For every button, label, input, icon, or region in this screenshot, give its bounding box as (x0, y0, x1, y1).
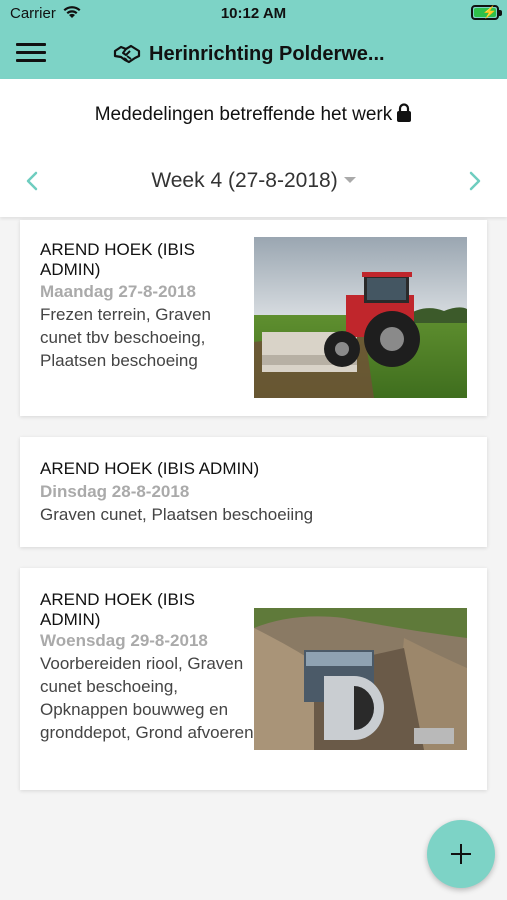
chevron-right-icon[interactable] (463, 167, 487, 195)
notice-text: Mededelingen betreffende het werk (94, 104, 393, 125)
entry-description: Frezen terrein, Graven cunet tbv beschoe… (40, 305, 212, 370)
app-header: Carrier 10:12 AM ⚡ Herinrichting Polderw… (0, 0, 507, 79)
week-label: Week 4 (27-8-2018) (151, 169, 338, 192)
entry-date: Maandag 27-8-2018 (40, 282, 196, 301)
status-bar: Carrier 10:12 AM ⚡ (0, 0, 507, 28)
entry-description: Voorbereiden riool, Graven cunet beschoe… (40, 654, 254, 742)
caret-down-icon (343, 177, 356, 183)
entry-author: AREND HOEK (IBIS ADMIN) (40, 590, 195, 629)
entry-date: Dinsdag 28-8-2018 (40, 482, 190, 501)
week-header: Mededelingen betreffende het werk Week 4… (0, 79, 507, 217)
notice-row[interactable]: Mededelingen betreffende het werk (0, 103, 507, 128)
entry-description: Graven cunet, Plaatsen beschoeiing (40, 505, 314, 524)
status-time: 10:12 AM (220, 5, 287, 22)
add-entry-button[interactable] (427, 820, 495, 888)
page-title: Herinrichting Polderwe... (113, 40, 403, 68)
week-dropdown[interactable]: Week 4 (27-8-2018) (0, 169, 507, 193)
page-title-text: Herinrichting Polderwe... (149, 42, 385, 65)
list-item[interactable]: AREND HOEK (IBIS ADMIN) Maandag 27-8-201… (20, 220, 487, 416)
entry-date: Woensdag 29-8-2018 (40, 631, 208, 650)
tractor-in-field-photo[interactable] (254, 237, 467, 398)
battery-charging-icon: ⚡ (471, 5, 502, 20)
nav-bar: Herinrichting Polderwe... (0, 28, 507, 79)
entry-author: AREND HOEK (IBIS ADMIN) (40, 240, 195, 279)
entry-author: AREND HOEK (IBIS ADMIN) (40, 459, 260, 478)
list-item[interactable]: AREND HOEK (IBIS ADMIN) Dinsdag 28-8-201… (20, 437, 487, 547)
lock-icon (396, 103, 412, 128)
handshake-icon (113, 44, 141, 64)
list-item[interactable]: AREND HOEK (IBIS ADMIN) Woensdag 29-8-20… (20, 568, 487, 790)
sewer-pipe-trench-photo[interactable] (254, 608, 467, 750)
week-selector-row: Week 4 (27-8-2018) (0, 167, 507, 195)
hamburger-menu-icon[interactable] (16, 43, 46, 63)
